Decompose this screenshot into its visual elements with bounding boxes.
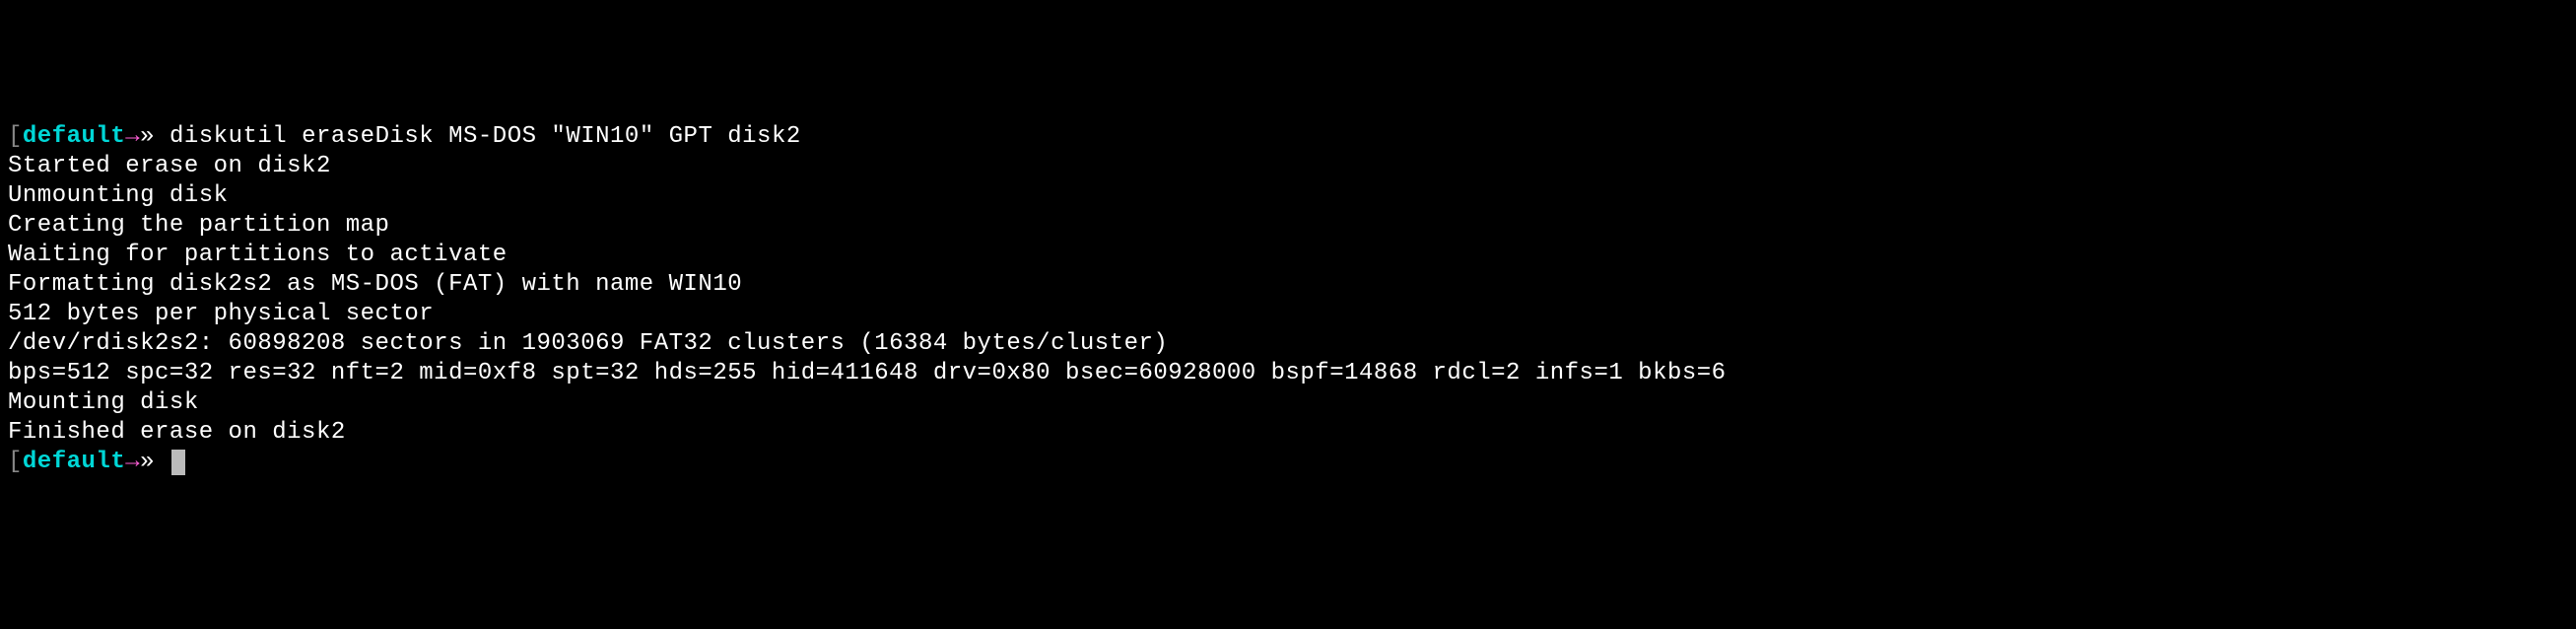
output-line: Started erase on disk2 — [8, 152, 2568, 181]
prompt-bracket-open: [ — [8, 123, 23, 150]
command-line: [default→» diskutil eraseDisk MS-DOS "WI… — [8, 122, 2568, 152]
prompt-chevron-icon: » — [140, 449, 155, 475]
output-line: Finished erase on disk2 — [8, 418, 2568, 448]
prompt-line: [default→» — [8, 448, 2568, 477]
prompt-chevron-icon: » — [140, 123, 155, 150]
prompt-user: default — [23, 449, 125, 475]
cursor-icon — [171, 450, 185, 475]
prompt-arrow-icon: → — [125, 449, 140, 475]
terminal-output[interactable]: [default→» diskutil eraseDisk MS-DOS "WI… — [8, 122, 2568, 477]
output-line: 512 bytes per physical sector — [8, 300, 2568, 329]
output-line: Mounting disk — [8, 388, 2568, 418]
prompt-user: default — [23, 123, 125, 150]
prompt-bracket-open: [ — [8, 449, 23, 475]
output-line: Waiting for partitions to activate — [8, 241, 2568, 270]
output-line: Unmounting disk — [8, 181, 2568, 211]
command-text: diskutil eraseDisk MS-DOS "WIN10" GPT di… — [169, 123, 801, 150]
output-line: bps=512 spc=32 res=32 nft=2 mid=0xf8 spt… — [8, 359, 2568, 388]
prompt-arrow-icon: → — [125, 123, 140, 150]
output-line: Creating the partition map — [8, 211, 2568, 241]
output-line: /dev/rdisk2s2: 60898208 sectors in 19030… — [8, 329, 2568, 359]
output-line: Formatting disk2s2 as MS-DOS (FAT) with … — [8, 270, 2568, 300]
